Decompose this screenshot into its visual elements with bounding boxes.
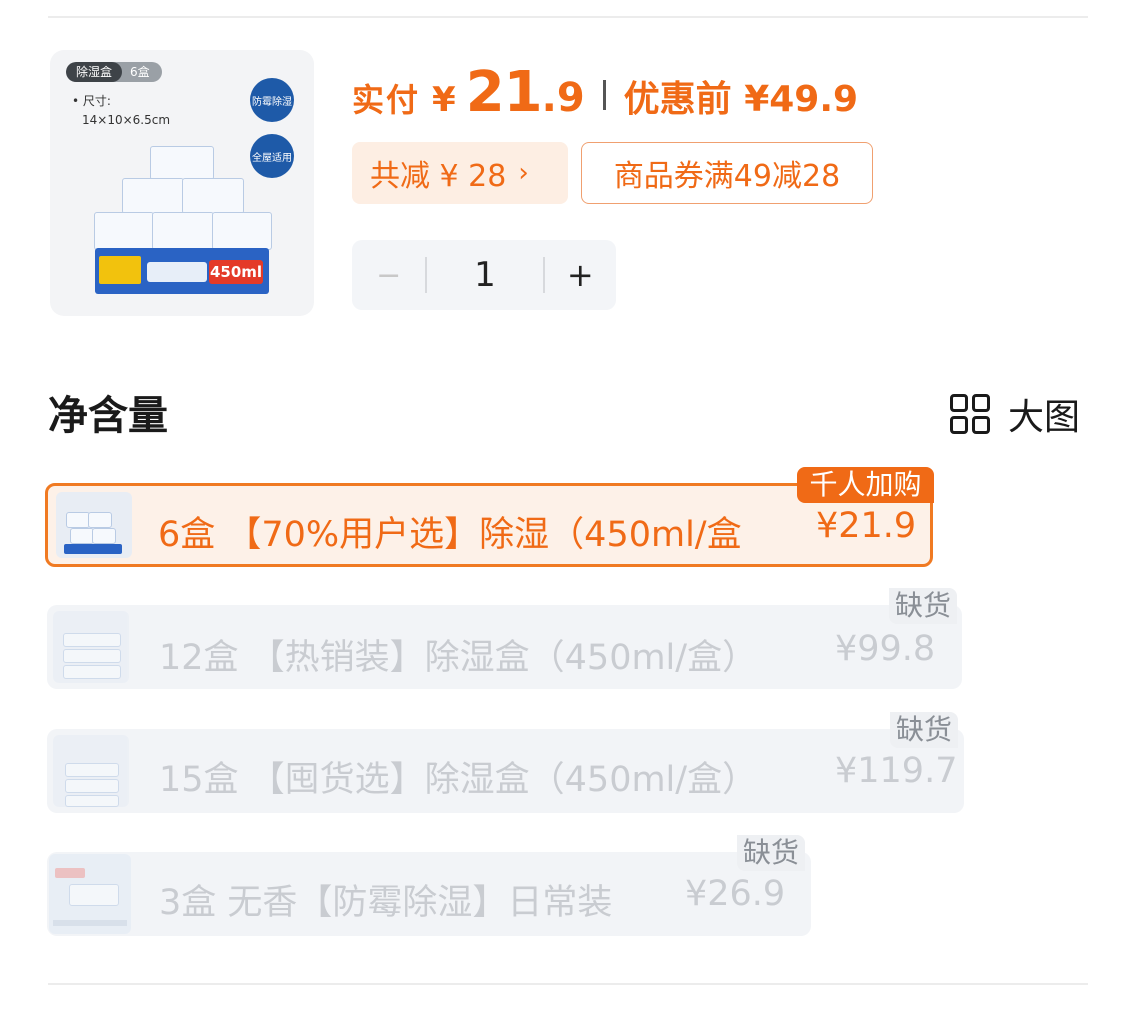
chevron-right-icon: › bbox=[518, 158, 529, 188]
pay-price-integer: 21 bbox=[465, 60, 543, 125]
thumb-badge-mold: 防霉除湿 bbox=[250, 78, 294, 122]
section-title: 净含量 bbox=[48, 393, 168, 439]
option-label: 15盒 【囤货选】除湿盒（450ml/盒） bbox=[159, 760, 758, 800]
option-label: 6盒 【70%用户选】除湿（450ml/盒 bbox=[158, 515, 742, 555]
option-thumbnail bbox=[49, 854, 131, 934]
pay-price-decimal: .9 bbox=[541, 75, 585, 121]
option-thumbnail bbox=[53, 611, 129, 683]
quantity-value[interactable]: 1 bbox=[427, 255, 542, 295]
top-divider bbox=[48, 16, 1088, 18]
coupon-label: 商品券满49减28 bbox=[613, 159, 841, 194]
price-row: 实付 ¥ 21 .9 优惠前 ¥49.9 bbox=[352, 60, 858, 130]
thumb-tag-category: 除湿盒 bbox=[66, 62, 123, 82]
out-of-stock-badge: 缺货 bbox=[890, 712, 959, 748]
thumb-volume-label: 450ml bbox=[209, 260, 263, 284]
option-label: 3盒 无香【防霉除湿】日常装 bbox=[159, 883, 613, 923]
coupon-tag: 商品券满49减28 bbox=[581, 142, 873, 204]
option-3-boxes[interactable]: 3盒 无香【防霉除湿】日常装 ¥26.9 bbox=[47, 852, 811, 936]
option-label: 12盒 【热销装】除湿盒（450ml/盒） bbox=[159, 638, 758, 678]
option-12-boxes[interactable]: 12盒 【热销装】除湿盒（450ml/盒） ¥99.8 bbox=[47, 605, 962, 689]
original-price: 优惠前 ¥49.9 bbox=[623, 79, 859, 120]
decrease-button[interactable]: − bbox=[352, 258, 425, 293]
option-price: ¥26.9 bbox=[685, 874, 786, 914]
thumb-size-label: • 尺寸: bbox=[72, 94, 111, 108]
thumb-badge-wholehouse: 全屋适用 bbox=[250, 134, 294, 178]
thumb-spec-tag: 除湿盒 6盒 bbox=[66, 62, 162, 82]
option-price: ¥99.8 bbox=[835, 629, 936, 669]
option-thumbnail bbox=[53, 735, 129, 807]
option-thumbnail bbox=[56, 492, 132, 558]
thumb-package-banner: 450ml bbox=[95, 248, 269, 294]
increase-button[interactable]: + bbox=[545, 256, 616, 294]
price-separator bbox=[602, 80, 606, 110]
pay-currency: ¥ bbox=[432, 80, 456, 120]
big-image-label: 大图 bbox=[1008, 397, 1081, 438]
grid-icon bbox=[950, 394, 990, 434]
pay-label: 实付 bbox=[352, 81, 421, 119]
option-15-boxes[interactable]: 15盒 【囤货选】除湿盒（450ml/盒） ¥119.7 bbox=[47, 729, 964, 813]
out-of-stock-badge: 缺货 bbox=[889, 588, 958, 624]
big-image-toggle[interactable]: 大图 bbox=[950, 388, 1080, 440]
thumb-tag-count: 6盒 bbox=[130, 65, 150, 79]
total-discount-button[interactable]: 共减 ¥ 28 › bbox=[352, 142, 568, 204]
hot-badge: 千人加购 bbox=[797, 467, 934, 503]
thumb-size: • 尺寸: 14×10×6.5cm bbox=[72, 92, 170, 130]
out-of-stock-badge: 缺货 bbox=[737, 835, 806, 871]
thumb-size-value: 14×10×6.5cm bbox=[82, 113, 171, 127]
discount-label: 共减 ¥ 28 bbox=[370, 159, 507, 194]
option-price: ¥119.7 bbox=[835, 751, 958, 791]
option-price: ¥21.9 bbox=[816, 506, 917, 546]
quantity-stepper: − 1 + bbox=[352, 240, 616, 310]
bottom-divider bbox=[48, 983, 1088, 985]
